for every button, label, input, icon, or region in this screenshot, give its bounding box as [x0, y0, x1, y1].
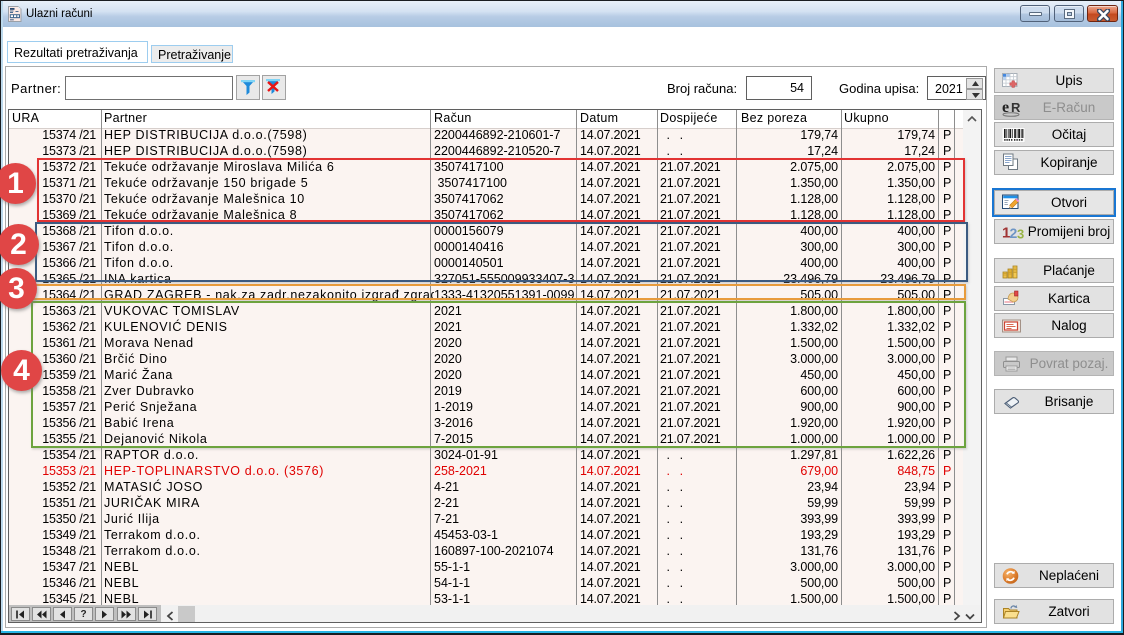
svg-text:3: 3	[1017, 226, 1024, 239]
